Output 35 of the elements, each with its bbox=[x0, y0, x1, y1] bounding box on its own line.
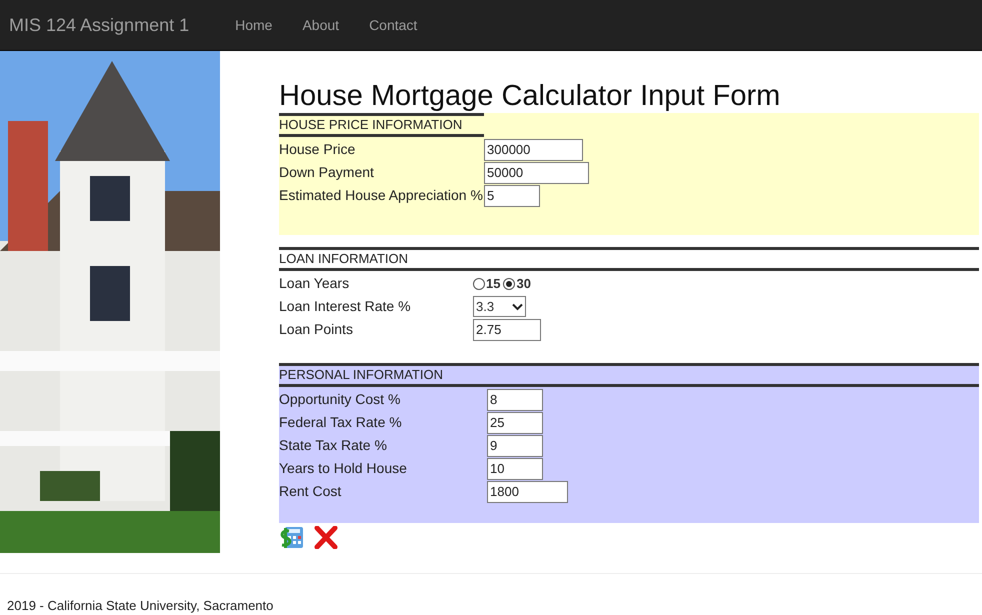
field-label: State Tax Rate % bbox=[279, 436, 388, 455]
brand-link[interactable]: MIS 124 Assignment 1 bbox=[0, 12, 220, 38]
text-input[interactable]: 2.75 bbox=[473, 318, 541, 340]
text-input[interactable]: 50000 bbox=[484, 162, 589, 184]
loan-years-radio[interactable]: 15 bbox=[473, 274, 500, 294]
nav-link[interactable]: Home bbox=[220, 14, 288, 36]
field-label: Opportunity Cost % bbox=[279, 390, 402, 409]
field-label: Down Payment bbox=[279, 163, 375, 182]
section-heading: HOUSE PRICE INFORMATION bbox=[279, 113, 484, 137]
footer-copyright: 2019 - California State University, Sacramento bbox=[6, 597, 274, 615]
text-input[interactable]: 300000 bbox=[484, 138, 583, 160]
text-input[interactable]: 1800 bbox=[487, 480, 568, 502]
form-title: House Mortgage Calculator Input Form bbox=[279, 79, 782, 113]
section-heading: LOAN INFORMATION bbox=[279, 247, 979, 271]
text-input[interactable]: 8 bbox=[487, 388, 543, 410]
text-input[interactable]: 9 bbox=[487, 434, 543, 456]
text-input[interactable]: 10 bbox=[487, 458, 543, 480]
field-label: House Price bbox=[279, 140, 356, 159]
field-label: Loan Points bbox=[279, 320, 354, 339]
interest-rate-select[interactable]: 3.3 bbox=[473, 296, 526, 317]
chevron-down-icon bbox=[512, 302, 523, 310]
field-label: Rent Cost bbox=[279, 482, 342, 501]
close-icon[interactable] bbox=[314, 526, 338, 549]
text-input[interactable]: 25 bbox=[487, 412, 543, 434]
field-label: Loan Interest Rate % bbox=[279, 297, 412, 316]
field-label: Federal Tax Rate % bbox=[279, 413, 403, 432]
nav-link[interactable]: Contact bbox=[354, 14, 432, 36]
text-input[interactable]: 5 bbox=[484, 184, 540, 206]
section-heading: PERSONAL INFORMATION bbox=[279, 363, 979, 387]
calculator-dollar-icon[interactable] bbox=[279, 526, 304, 549]
nav-link[interactable]: About bbox=[287, 14, 354, 36]
field-label: Loan Years bbox=[279, 274, 350, 293]
field-label: Years to Hold House bbox=[279, 459, 408, 478]
field-label: Estimated House Appreciation % bbox=[279, 186, 484, 205]
loan-years-radio[interactable]: 30 bbox=[503, 274, 531, 294]
